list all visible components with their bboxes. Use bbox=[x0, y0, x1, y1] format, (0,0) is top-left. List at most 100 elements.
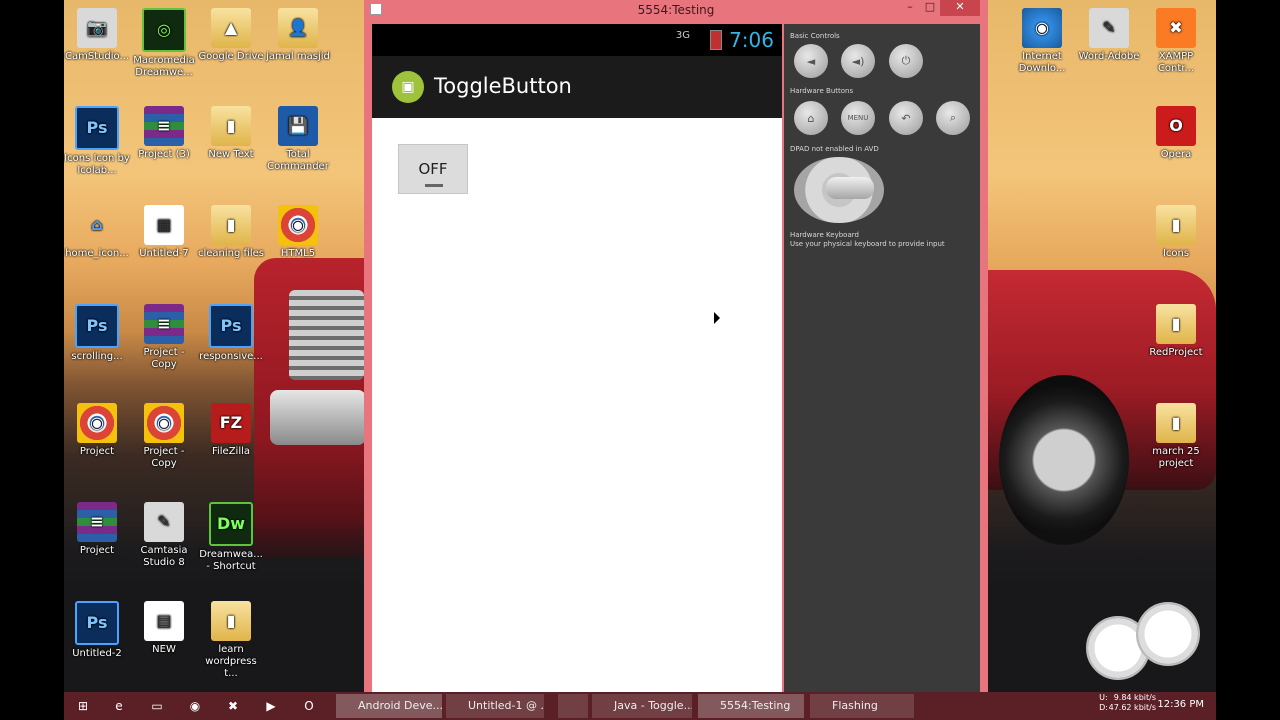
dpad-control[interactable] bbox=[794, 157, 884, 223]
taskbar-item-java[interactable]: Java - Toggle... bbox=[592, 694, 692, 718]
dpad-center-button[interactable] bbox=[826, 177, 874, 199]
wallpaper-grille bbox=[289, 290, 364, 380]
taskbar: ⊞ e ▭ ◉ ✖ ▶ O Android Deve... Untitled-1… bbox=[64, 692, 1216, 720]
desktop-icon[interactable]: ▦ Untitled-7 bbox=[131, 205, 197, 260]
desktop-icon[interactable]: ≡ Project bbox=[64, 502, 130, 557]
desktop-icon[interactable]: ✖ XAMPP Contr... bbox=[1143, 8, 1209, 75]
minimize-button[interactable]: – bbox=[900, 0, 920, 16]
toggle-button[interactable]: OFF bbox=[398, 144, 468, 194]
chrome-file-icon: ◉ bbox=[144, 403, 184, 443]
desktop-icon-label: learn wordpress t... bbox=[205, 644, 257, 679]
window-titlebar[interactable]: 5554:Testing – □ ✕ bbox=[364, 0, 988, 20]
desktop-icon[interactable]: ▤ NEW bbox=[131, 601, 197, 656]
gauge-widget bbox=[1136, 602, 1200, 666]
home-icon: ⌂ bbox=[91, 215, 103, 234]
desktop-icon[interactable]: ◎ Macromedia Dreamwe... bbox=[131, 8, 197, 79]
desktop-icon-label: march 25 project bbox=[1152, 446, 1200, 469]
desktop-icon[interactable]: ◉ Project bbox=[64, 403, 130, 458]
emulator-controls-panel: Basic Controls ◄ ◄) ⏻ Hardware Buttons ⌂… bbox=[784, 24, 980, 692]
windows-start-icon[interactable]: ⊞ bbox=[74, 697, 92, 715]
emulator-window: 5554:Testing – □ ✕ 3G 7:06 ▣ ToggleButto… bbox=[364, 0, 988, 692]
desktop-icon[interactable]: ▮ Icons bbox=[1143, 205, 1209, 260]
power-button[interactable]: ⏻ bbox=[889, 44, 923, 78]
taskbar-item-emulator[interactable]: 5554:Testing bbox=[698, 694, 804, 718]
desktop-icon[interactable]: O Opera bbox=[1143, 106, 1209, 161]
home-button[interactable]: ⌂ bbox=[794, 101, 828, 135]
filezilla-icon: FZ bbox=[211, 403, 251, 443]
maximize-button[interactable]: □ bbox=[920, 0, 940, 16]
letterbox-right bbox=[1216, 0, 1280, 720]
desktop-icon[interactable]: 👤 jamal masjid bbox=[265, 8, 331, 63]
desktop-icon[interactable]: ✎ Word-Adobe bbox=[1076, 8, 1142, 63]
desktop-icon[interactable]: ▮ cleaning files bbox=[198, 205, 264, 260]
taskbar-item-android[interactable]: Android Deve... bbox=[336, 694, 442, 718]
desktop-icon[interactable]: ▮ march 25 project bbox=[1143, 403, 1209, 470]
android-status-bar: 3G 7:06 bbox=[372, 24, 782, 56]
app-title: ToggleButton bbox=[434, 74, 572, 98]
desktop-icon[interactable]: Ps scrolling... bbox=[64, 304, 130, 363]
search-button[interactable]: ⌕ bbox=[936, 101, 970, 135]
desktop-icon-label: Camtasia Studio 8 bbox=[140, 545, 188, 568]
device-screen[interactable]: 3G 7:06 ▣ ToggleButton OFF bbox=[372, 24, 782, 692]
desktop-icon[interactable]: ◉ Project - Copy bbox=[131, 403, 197, 470]
toggle-button-label: OFF bbox=[418, 160, 448, 178]
wallpaper-bumper bbox=[270, 390, 366, 445]
chrome-icon[interactable]: ◉ bbox=[186, 697, 204, 715]
screen: 📷 CamStudio... ◎ Macromedia Dreamwe... ▲ Go… bbox=[0, 0, 1280, 720]
opera-icon[interactable]: O bbox=[300, 697, 318, 715]
desktop-icon-label: Macromedia Dreamwe... bbox=[133, 55, 195, 78]
back-button[interactable]: ↶ bbox=[889, 101, 923, 135]
desktop-icon[interactable]: ▮ RedProject bbox=[1143, 304, 1209, 359]
desktop-icon-label: responsive... bbox=[199, 351, 263, 362]
ie-icon[interactable]: e bbox=[110, 697, 128, 715]
upload-speed: 9.84 kbit/s bbox=[1113, 693, 1156, 702]
desktop-icon-label: FileZilla bbox=[211, 446, 251, 457]
floppy-disk-icon: 💾 bbox=[278, 106, 318, 146]
desktop-icon[interactable]: 💾 Total Commander bbox=[265, 106, 331, 173]
desktop-icon[interactable]: ≡ Project (3) bbox=[131, 106, 197, 161]
desktop-icon[interactable]: Ps Untitled-2 bbox=[64, 601, 130, 660]
desktop-icon-label: cleaning files bbox=[198, 248, 264, 259]
taskbar-item-photoshop[interactable]: Untitled-1 @ ... bbox=[446, 694, 544, 718]
taskbar-item-flashing[interactable]: Flashing bbox=[810, 694, 914, 718]
volume-up-button[interactable]: ◄) bbox=[841, 44, 875, 78]
volume-down-button[interactable]: ◄ bbox=[794, 44, 828, 78]
letterbox-left bbox=[0, 0, 64, 720]
dreamweaver-icon: Dw bbox=[209, 502, 253, 546]
toggle-indicator bbox=[425, 184, 443, 187]
desktop-icon[interactable]: ≡ Project - Copy bbox=[131, 304, 197, 371]
desktop-icon-label: Opera bbox=[1160, 149, 1192, 160]
xampp-icon[interactable]: ✖ bbox=[224, 697, 242, 715]
chrome-file-icon: ◉ bbox=[77, 403, 117, 443]
desktop-icon-label: Project bbox=[79, 545, 115, 556]
desktop-icon-label: Total Commander bbox=[267, 149, 329, 172]
desktop-icon-label: Untitled-7 bbox=[139, 248, 189, 259]
desktop-icon[interactable]: 📷 CamStudio... bbox=[64, 8, 130, 63]
desktop-icon[interactable]: ▮ New Text bbox=[198, 106, 264, 161]
hardware-keyboard-hint: Use your physical keyboard to provide in… bbox=[790, 240, 945, 248]
close-button[interactable]: ✕ bbox=[940, 0, 980, 16]
camera-icon: 📷 bbox=[77, 8, 117, 48]
taskbar-clock: 12:36 PM bbox=[1157, 699, 1204, 710]
photoshop-file-icon: Ps bbox=[75, 106, 119, 150]
desktop-icon[interactable]: FZ FileZilla bbox=[198, 403, 264, 458]
desktop-icon[interactable]: ◉ HTML5 bbox=[265, 205, 331, 260]
opera-icon: O bbox=[1156, 106, 1196, 146]
desktop-icon[interactable]: ✎ Camtasia Studio 8 bbox=[131, 502, 197, 569]
text-file-icon: ▤ bbox=[144, 601, 184, 641]
taskbar-item-terminal[interactable] bbox=[558, 694, 588, 718]
desktop-icon[interactable]: ⌂ home_icon... bbox=[64, 205, 130, 260]
desktop-icon[interactable]: Ps responsive... bbox=[198, 304, 264, 363]
desktop-icon[interactable]: ▮ learn wordpress t... bbox=[198, 601, 264, 680]
desktop-icon[interactable]: Dw Dreamwea... - Shortcut bbox=[198, 502, 264, 573]
desktop-icon[interactable]: ◉ Internet Downlo... bbox=[1009, 8, 1075, 75]
folder-icon: ▮ bbox=[211, 106, 251, 146]
mouse-cursor bbox=[714, 312, 720, 324]
desktop-icon[interactable]: Ps Icons Icon by Icolab... bbox=[64, 106, 130, 177]
hardware-keyboard-label: Hardware Keyboard bbox=[790, 231, 859, 239]
menu-button[interactable]: MENU bbox=[841, 101, 875, 135]
explorer-icon[interactable]: ▭ bbox=[148, 697, 166, 715]
desktop-icon[interactable]: ▲ Google Drive bbox=[198, 8, 264, 63]
desktop-icon-label: Project - Copy bbox=[143, 446, 185, 469]
media-icon[interactable]: ▶ bbox=[262, 697, 280, 715]
